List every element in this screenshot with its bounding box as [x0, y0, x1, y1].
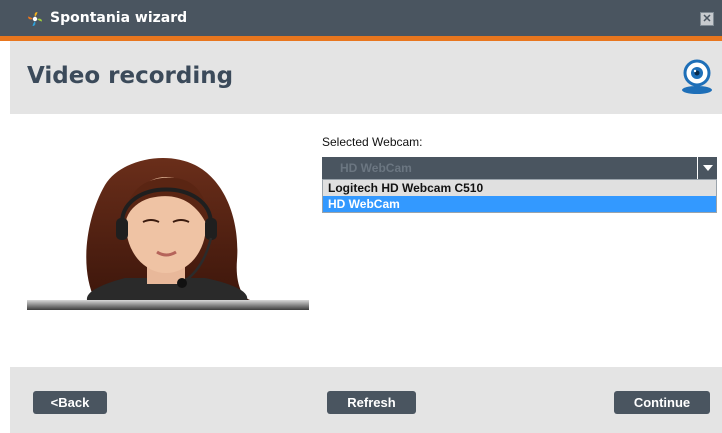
- spontania-logo-icon: [28, 12, 42, 26]
- continue-button[interactable]: Continue: [614, 391, 710, 414]
- webcam-select-value: HD WebCam: [340, 161, 412, 175]
- webcam-option-highlighted[interactable]: HD WebCam: [323, 196, 716, 212]
- page-header: Video recording: [10, 41, 722, 114]
- window-title: Spontania wizard: [50, 10, 188, 26]
- operator-illustration: [27, 157, 309, 310]
- webcam-icon: [682, 59, 712, 94]
- close-button[interactable]: ✕: [700, 12, 714, 26]
- close-icon: ✕: [702, 13, 712, 25]
- page-title: Video recording: [27, 63, 234, 89]
- webcam-select[interactable]: HD WebCam: [322, 157, 717, 179]
- webcam-option[interactable]: Logitech HD Webcam C510: [323, 180, 716, 196]
- selected-webcam-label: Selected Webcam:: [322, 135, 423, 149]
- refresh-button[interactable]: Refresh: [327, 391, 416, 414]
- back-button[interactable]: <Back: [33, 391, 107, 414]
- title-bar: Spontania wizard ✕: [0, 0, 722, 36]
- chevron-down-icon[interactable]: [697, 157, 717, 179]
- webcam-dropdown-list: Logitech HD Webcam C510 HD WebCam: [322, 179, 717, 213]
